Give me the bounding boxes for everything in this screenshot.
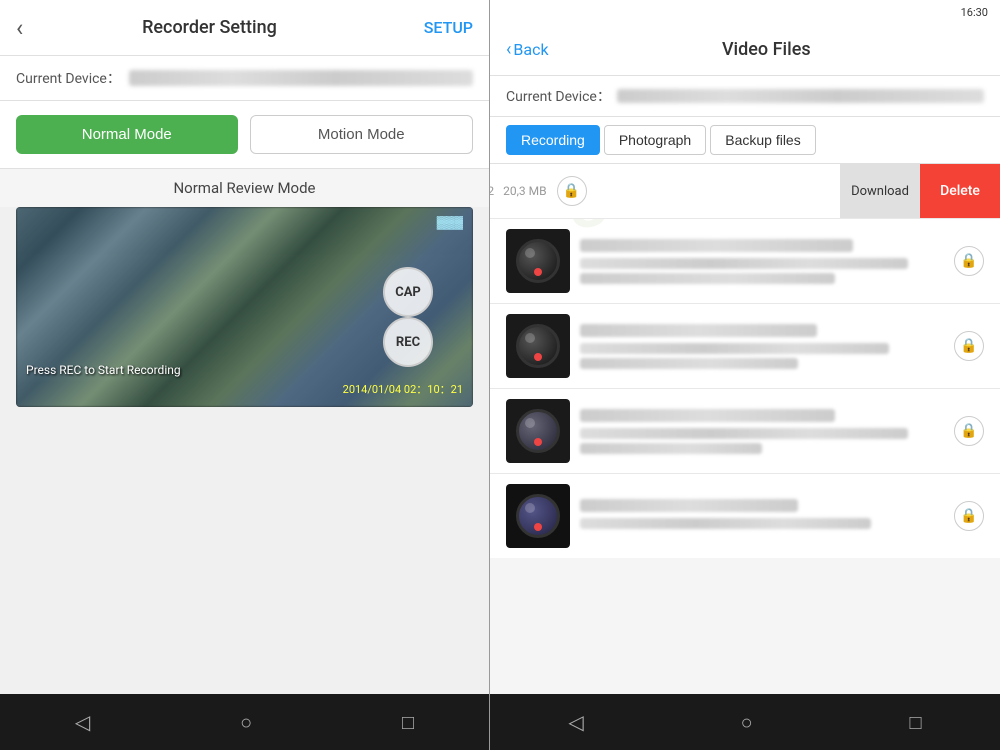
delete-action[interactable]: Delete: [920, 164, 1000, 218]
lens-dot-3: [534, 353, 542, 361]
lock-icon-3[interactable]: 🔒: [954, 331, 984, 361]
nav-home-icon-left[interactable]: ○: [240, 710, 252, 735]
file-item-4[interactable]: 🔒: [490, 389, 1000, 474]
right-header: ‹ Back Video Files: [490, 24, 1000, 76]
video-files-title: Video Files: [549, 39, 984, 60]
tab-photograph[interactable]: Photograph: [604, 125, 706, 155]
status-time: 16:30: [961, 6, 988, 19]
nav-home-icon-right[interactable]: ○: [741, 710, 753, 735]
left-phone: ‹ Recorder Setting SETUP Current Device：…: [0, 0, 490, 750]
lens-icon-5: [516, 494, 560, 538]
review-mode-label: Normal Review Mode: [0, 169, 489, 207]
file-swipe-content: .MOV 02:09:22 20,3 MB 🔒: [490, 176, 884, 206]
press-rec-text: Press REC to Start Recording: [26, 363, 181, 377]
file-item-5[interactable]: 🔒: [490, 474, 1000, 558]
current-device-row-left: Current Device：: [0, 56, 489, 101]
file-details-3: [580, 324, 944, 369]
back-label: Back: [513, 40, 548, 59]
status-bar: 16:30: [490, 0, 1000, 24]
device-label-left: Current Device：: [16, 68, 121, 88]
lens-dot-5: [534, 523, 542, 531]
file-details-2: [580, 239, 944, 284]
video-overlay: ▓▓▓ CAP REC Press REC to Start Recording…: [16, 207, 473, 407]
thumbnail-3: [506, 314, 570, 378]
file-name-blur-2: [580, 239, 853, 252]
thumbnail-4: [506, 399, 570, 463]
file-item-2[interactable]: 🔒: [490, 219, 1000, 304]
file-details-5: [580, 499, 944, 533]
file-meta-blur-5a: [580, 518, 871, 529]
file-time-size: 02:09:22 20,3 MB: [490, 184, 547, 198]
file-meta-blur-4b: [580, 443, 762, 454]
video-preview: ▓▓▓ CAP REC Press REC to Start Recording…: [16, 207, 473, 407]
setup-button[interactable]: SETUP: [424, 18, 473, 37]
nav-menu-icon-left[interactable]: □: [402, 710, 414, 735]
lens-icon-2: [516, 239, 560, 283]
lens-dot-4: [534, 438, 542, 446]
nav-back-icon-left[interactable]: ◁: [75, 710, 90, 734]
recorder-setting-title: Recorder Setting: [35, 17, 383, 38]
back-chevron-icon: ‹: [506, 39, 511, 60]
lock-icon-4[interactable]: 🔒: [954, 416, 984, 446]
battery-icon: ▓▓▓: [437, 215, 463, 229]
nav-menu-icon-right[interactable]: □: [909, 710, 921, 735]
lens-icon-4: [516, 409, 560, 453]
file-details-4: [580, 409, 944, 454]
device-label-right: Current Device：: [506, 86, 611, 106]
file-meta-blur-2a: [580, 258, 908, 269]
file-list: SPYRONICS .MOV 02:09:22 20,3 MB 🔒 Downlo…: [490, 164, 1000, 694]
lock-icon-2[interactable]: 🔒: [954, 246, 984, 276]
video-timestamp: 2014/01/04 02：10：21: [343, 381, 463, 397]
file-name-blur-4: [580, 409, 835, 422]
lock-icon-5[interactable]: 🔒: [954, 501, 984, 531]
thumbnail-2: [506, 229, 570, 293]
left-header: ‹ Recorder Setting SETUP: [0, 0, 489, 56]
current-device-row-right: Current Device：: [490, 76, 1000, 117]
motion-mode-button[interactable]: Motion Mode: [250, 115, 474, 154]
lens-icon-3: [516, 324, 560, 368]
file-meta-blur-3a: [580, 343, 889, 354]
nav-bar-right: ◁ ○ □: [490, 694, 1000, 750]
thumbnail-5: [506, 484, 570, 548]
file-item-3[interactable]: 🔒: [490, 304, 1000, 389]
cap-button[interactable]: CAP: [383, 267, 433, 317]
lock-icon-first[interactable]: 🔒: [557, 176, 587, 206]
file-item-first[interactable]: .MOV 02:09:22 20,3 MB 🔒 Download Delete: [490, 164, 1000, 219]
right-phone: 16:30 ‹ Back Video Files Current Device：…: [490, 0, 1000, 750]
download-action[interactable]: Download: [840, 164, 920, 218]
tab-backup-files[interactable]: Backup files: [710, 125, 815, 155]
lens-dot-2: [534, 268, 542, 276]
nav-back-icon-right[interactable]: ◁: [568, 710, 583, 734]
file-name-blur-3: [580, 324, 817, 337]
file-meta-blur-3b: [580, 358, 798, 369]
device-value-left: [129, 70, 473, 86]
tab-bar: Recording Photograph Backup files: [490, 117, 1000, 164]
back-button-right[interactable]: ‹ Back: [506, 39, 549, 60]
file-meta-blur-2b: [580, 273, 835, 284]
rec-button[interactable]: REC: [383, 317, 433, 367]
device-value-right: [617, 89, 984, 103]
file-name-blur-5: [580, 499, 798, 512]
normal-mode-button[interactable]: Normal Mode: [16, 115, 238, 154]
tab-recording[interactable]: Recording: [506, 125, 600, 155]
nav-bar-left: ◁ ○ □: [0, 694, 489, 750]
mode-buttons-section: Normal Mode Motion Mode: [0, 101, 489, 169]
back-button-left[interactable]: ‹: [16, 14, 23, 42]
file-meta-blur-4a: [580, 428, 908, 439]
